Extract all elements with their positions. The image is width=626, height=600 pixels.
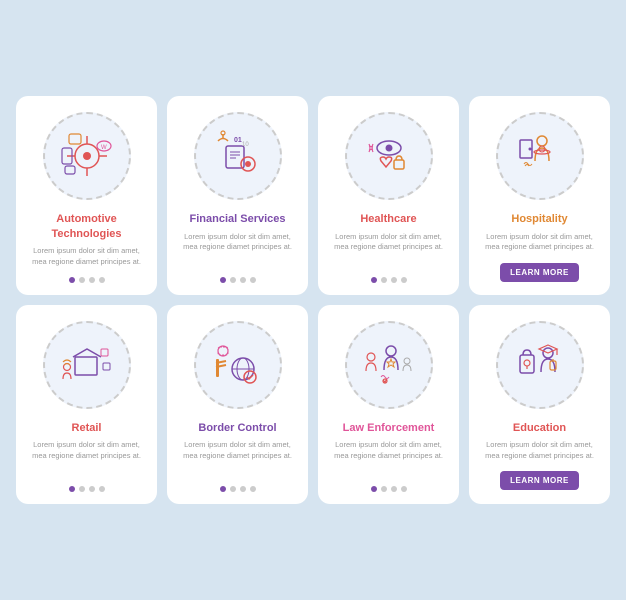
- dot-3: [89, 486, 95, 492]
- card-border-dots: [220, 482, 256, 492]
- hospitality-learn-more-button[interactable]: LEARN MORE: [500, 263, 579, 282]
- dot-1: [69, 486, 75, 492]
- icon-circle-education: [496, 321, 584, 409]
- border-icon: [208, 335, 268, 395]
- dot-1: [371, 486, 377, 492]
- card-healthcare: Healthcare Lorem ipsum dolor sit dim ame…: [318, 96, 459, 295]
- dot-4: [99, 486, 105, 492]
- card-education: Education Lorem ipsum dolor sit dim amet…: [469, 305, 610, 504]
- card-automotive: W Automotive Technologies Lorem ipsum do…: [16, 96, 157, 295]
- svg-text:10: 10: [242, 142, 249, 148]
- card-law: Law Enforcement Lorem ipsum dolor sit di…: [318, 305, 459, 504]
- retail-icon: [57, 335, 117, 395]
- dot-4: [250, 486, 256, 492]
- card-border-body: Lorem ipsum dolor sit dim amet, mea regi…: [177, 440, 298, 461]
- card-law-dots: [371, 482, 407, 492]
- icon-area-law: [328, 315, 449, 415]
- icon-area-education: [479, 315, 600, 415]
- icon-area-automotive: W: [26, 106, 147, 206]
- card-hospitality-body: Lorem ipsum dolor sit dim amet, mea regi…: [479, 232, 600, 253]
- card-education-body: Lorem ipsum dolor sit dim amet, mea regi…: [479, 440, 600, 461]
- dot-3: [391, 486, 397, 492]
- card-financial: 01 10 Financial Services Lorem ipsum dol…: [167, 96, 308, 295]
- icon-circle-healthcare: [345, 112, 433, 200]
- education-icon: [510, 335, 570, 395]
- icon-circle-automotive: W: [43, 112, 131, 200]
- card-border: Border Control Lorem ipsum dolor sit dim…: [167, 305, 308, 504]
- dot-1: [220, 486, 226, 492]
- dot-3: [240, 486, 246, 492]
- dot-2: [79, 486, 85, 492]
- dot-3: [240, 277, 246, 283]
- dot-2: [230, 486, 236, 492]
- icon-area-retail: [26, 315, 147, 415]
- card-border-title: Border Control: [198, 421, 276, 435]
- dot-4: [250, 277, 256, 283]
- card-hospitality: Hospitality Lorem ipsum dolor sit dim am…: [469, 96, 610, 295]
- dot-1: [371, 277, 377, 283]
- dot-3: [391, 277, 397, 283]
- dot-2: [79, 277, 85, 283]
- dot-4: [401, 277, 407, 283]
- dot-4: [99, 277, 105, 283]
- card-financial-dots: [220, 273, 256, 283]
- card-healthcare-body: Lorem ipsum dolor sit dim amet, mea regi…: [328, 232, 449, 253]
- dot-2: [230, 277, 236, 283]
- svg-text:01: 01: [234, 137, 242, 144]
- law-icon: [359, 335, 419, 395]
- svg-text:W: W: [101, 145, 107, 151]
- icon-circle-border: [194, 321, 282, 409]
- card-financial-title: Financial Services: [190, 212, 286, 226]
- icon-area-border: [177, 315, 298, 415]
- card-law-title: Law Enforcement: [343, 421, 435, 435]
- dot-1: [69, 277, 75, 283]
- icon-area-financial: 01 10: [177, 106, 298, 206]
- card-healthcare-dots: [371, 273, 407, 283]
- icon-circle-law: [345, 321, 433, 409]
- card-automotive-title: Automotive Technologies: [26, 212, 147, 241]
- dot-2: [381, 486, 387, 492]
- card-grid: W Automotive Technologies Lorem ipsum do…: [16, 96, 610, 503]
- dot-4: [401, 486, 407, 492]
- automotive-icon: W: [57, 126, 117, 186]
- card-retail-dots: [69, 482, 105, 492]
- card-hospitality-title: Hospitality: [511, 212, 567, 226]
- card-law-body: Lorem ipsum dolor sit dim amet, mea regi…: [328, 440, 449, 461]
- dot-1: [220, 277, 226, 283]
- icon-circle-hospitality: [496, 112, 584, 200]
- card-financial-body: Lorem ipsum dolor sit dim amet, mea regi…: [177, 232, 298, 253]
- card-retail-title: Retail: [72, 421, 102, 435]
- dot-3: [89, 277, 95, 283]
- card-retail: Retail Lorem ipsum dolor sit dim amet, m…: [16, 305, 157, 504]
- hospitality-icon: [510, 126, 570, 186]
- icon-area-hospitality: [479, 106, 600, 206]
- financial-icon: 01 10: [208, 126, 268, 186]
- dot-2: [381, 277, 387, 283]
- card-education-title: Education: [513, 421, 566, 435]
- card-healthcare-title: Healthcare: [360, 212, 416, 226]
- card-automotive-body: Lorem ipsum dolor sit dim amet, mea regi…: [26, 246, 147, 267]
- card-automotive-dots: [69, 273, 105, 283]
- healthcare-icon: [359, 126, 419, 186]
- education-learn-more-button[interactable]: LEARN MORE: [500, 471, 579, 490]
- icon-circle-retail: [43, 321, 131, 409]
- icon-circle-financial: 01 10: [194, 112, 282, 200]
- icon-area-healthcare: [328, 106, 449, 206]
- card-retail-body: Lorem ipsum dolor sit dim amet, mea regi…: [26, 440, 147, 461]
